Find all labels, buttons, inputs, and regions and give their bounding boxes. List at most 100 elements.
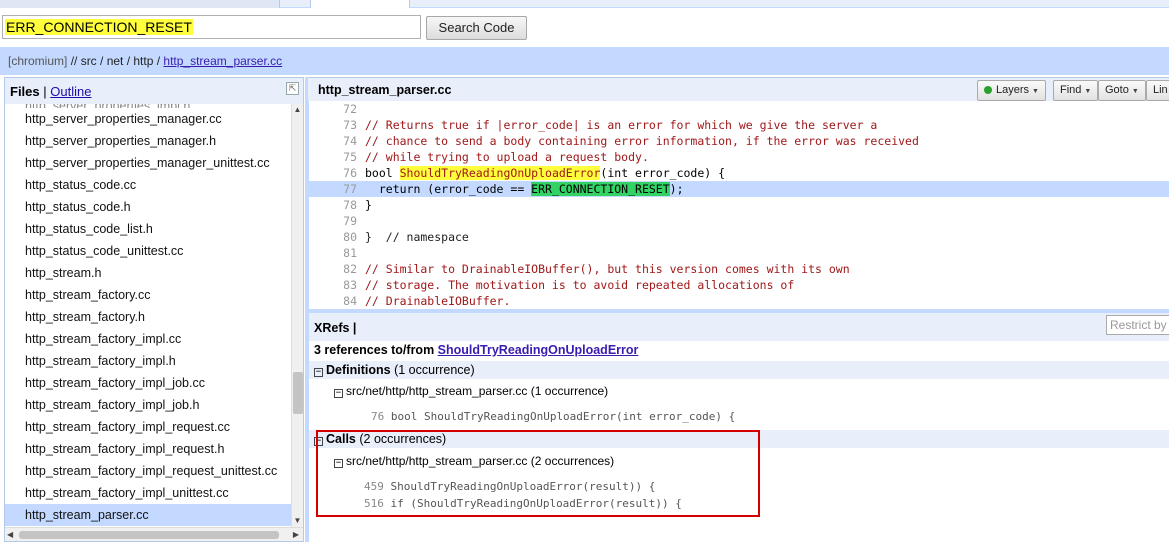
line-number[interactable]: 77: [309, 181, 365, 197]
search-query: ERR_CONNECTION_RESET: [5, 19, 193, 35]
file-list-item[interactable]: http_stream_factory_impl_unittest.cc: [5, 482, 291, 504]
line-number[interactable]: 73: [309, 117, 365, 133]
scroll-left-icon[interactable]: ◀: [7, 528, 13, 542]
chevron-down-icon: ▼: [1084, 88, 1092, 95]
xrefs-symbol-link[interactable]: ShouldTryReadingOnUploadError: [438, 343, 639, 357]
file-list-item[interactable]: http_stream_factory_impl_job.cc: [5, 372, 291, 394]
search-input[interactable]: ERR_CONNECTION_RESET: [2, 15, 421, 39]
definitions-group[interactable]: − Definitions (1 occurrence): [309, 361, 1169, 379]
line-number[interactable]: 79: [309, 213, 365, 229]
outline-tab[interactable]: Outline: [50, 84, 91, 99]
collapse-panel-icon[interactable]: ⇱: [286, 82, 299, 95]
h-scrollbar-thumb[interactable]: [19, 531, 279, 539]
file-list-item[interactable]: http_status_code.h: [5, 196, 291, 218]
file-list-item[interactable]: http_stream_factory_impl_request.cc: [5, 416, 291, 438]
files-tab[interactable]: Files: [10, 84, 40, 99]
line-number[interactable]: 81: [309, 245, 365, 261]
line-number[interactable]: 83: [309, 277, 365, 293]
find-button[interactable]: Find ▼: [1053, 80, 1099, 101]
file-browser-header: Files | Outline ⇱: [5, 78, 303, 104]
line-number[interactable]: 78: [309, 197, 365, 213]
file-list-item[interactable]: http_server_properties_manager.cc: [5, 108, 291, 130]
definition-line[interactable]: 76 bool ShouldTryReadingOnUploadError(in…: [371, 410, 735, 423]
code-line[interactable]: 83// storage. The motivation is to avoid…: [309, 277, 1169, 293]
breadcrumb-file-link[interactable]: http_stream_parser.cc: [163, 54, 282, 68]
file-list-item[interactable]: http_status_code_list.h: [5, 218, 291, 240]
code-text: );: [669, 182, 684, 196]
code-line[interactable]: 74// chance to send a body containing er…: [309, 133, 1169, 149]
breadcrumb-path: // src / net / http /: [70, 54, 161, 68]
line-number[interactable]: 72: [309, 101, 365, 117]
goto-button[interactable]: Goto ▼: [1098, 80, 1146, 101]
code-text: bool: [365, 166, 400, 180]
xrefs-summary: 3 references to/from ShouldTryReadingOnU…: [314, 343, 639, 357]
code-line[interactable]: 72: [309, 101, 1169, 117]
code-filename: http_stream_parser.cc: [318, 83, 452, 97]
code-text: }: [365, 198, 372, 212]
file-list-item[interactable]: http_stream_factory_impl.h: [5, 350, 291, 372]
tab-separator: |: [43, 84, 47, 99]
code-text: // Similar to DrainableIOBuffer(), but t…: [365, 262, 850, 276]
lines-button[interactable]: Lin: [1146, 80, 1169, 101]
search-match-highlight[interactable]: ERR_CONNECTION_RESET: [531, 182, 670, 196]
file-list-item[interactable]: http_stream_factory.h: [5, 306, 291, 328]
code-text: // Returns true if |error_code| is an er…: [365, 118, 878, 132]
file-list-item[interactable]: http_stream_factory_impl_request_unittes…: [5, 460, 291, 482]
breadcrumb: [chromium] // src / net / http / http_st…: [0, 47, 1169, 75]
code-line[interactable]: 79: [309, 213, 1169, 229]
scroll-up-icon[interactable]: ▲: [292, 104, 303, 116]
search-code-button[interactable]: Search Code: [426, 16, 527, 40]
line-number[interactable]: 76: [309, 165, 365, 181]
scroll-down-icon[interactable]: ▼: [292, 515, 303, 527]
layers-status-icon: [984, 86, 992, 94]
scroll-right-icon[interactable]: ▶: [293, 528, 299, 542]
layers-button[interactable]: Layers ▼: [977, 80, 1046, 101]
file-list-item[interactable]: http_stream_factory_impl_job.h: [5, 394, 291, 416]
code-line[interactable]: 75// while trying to upload a request bo…: [309, 149, 1169, 165]
calls-highlight-box: [316, 430, 760, 517]
code-text: // chance to send a body containing erro…: [365, 134, 919, 148]
scrollbar-thumb[interactable]: [293, 372, 303, 414]
file-list-item[interactable]: http_stream.h: [5, 262, 291, 284]
file-list-vertical-scrollbar[interactable]: ▲ ▼: [291, 104, 303, 527]
xrefs-header: XRefs |: [309, 313, 1169, 341]
code-line[interactable]: 80} // namespace: [309, 229, 1169, 245]
code-search-window: ERR_CONNECTION_RESET Search Code [chromi…: [0, 0, 1169, 542]
function-name-highlight[interactable]: ShouldTryReadingOnUploadError: [399, 166, 601, 180]
definitions-file[interactable]: − src/net/http/http_stream_parser.cc (1 o…: [334, 384, 608, 398]
restrict-by-input[interactable]: Restrict by: [1106, 315, 1169, 335]
code-line[interactable]: 76 bool ShouldTryReadingOnUploadError(int…: [309, 165, 1169, 181]
file-list-item[interactable]: http_status_code.cc: [5, 174, 291, 196]
tab-strip: [0, 0, 1169, 8]
file-list-item[interactable]: http_stream_parser.cc: [5, 504, 291, 526]
file-list-item[interactable]: http_stream_factory_impl.cc: [5, 328, 291, 350]
code-text: // while trying to upload a request body…: [365, 150, 649, 164]
file-list: http_server_properties_impl.hhttp_server…: [5, 104, 291, 527]
code-text: // storage. The motivation is to avoid r…: [365, 278, 795, 292]
code-line[interactable]: 84// DrainableIOBuffer.: [309, 293, 1169, 309]
code-line[interactable]: 82// Similar to DrainableIOBuffer(), but…: [309, 261, 1169, 277]
line-number[interactable]: 75: [309, 149, 365, 165]
collapse-minus-icon[interactable]: −: [314, 368, 323, 377]
code-line[interactable]: 77 return (error_code == ERR_CONNECTION_…: [309, 181, 1169, 197]
code-line[interactable]: 73// Returns true if |error_code| is an …: [309, 117, 1169, 133]
tab-left[interactable]: [0, 0, 280, 8]
tab-active[interactable]: [310, 0, 410, 8]
line-number[interactable]: 84: [309, 293, 365, 309]
file-list-horizontal-scrollbar[interactable]: ◀ ▶: [5, 527, 303, 541]
file-list-item[interactable]: http_stream_factory_impl_request.h: [5, 438, 291, 460]
line-number[interactable]: 82: [309, 261, 365, 277]
collapse-minus-icon[interactable]: −: [334, 389, 343, 398]
file-list-item[interactable]: http_status_code_unittest.cc: [5, 240, 291, 262]
code-line[interactable]: 78}: [309, 197, 1169, 213]
file-list-item[interactable]: http_server_properties_manager_unittest.…: [5, 152, 291, 174]
line-number[interactable]: 80: [309, 229, 365, 245]
file-browser-panel: Files | Outline ⇱ http_server_properties…: [4, 77, 304, 542]
file-list-item[interactable]: http_stream_factory.cc: [5, 284, 291, 306]
code-text: (int error_code) {: [600, 166, 726, 180]
code-header: http_stream_parser.cc Layers ▼ Find ▼ Goto…: [308, 77, 1169, 101]
file-list-item[interactable]: http_server_properties_manager.h: [5, 130, 291, 152]
breadcrumb-repo[interactable]: [chromium]: [8, 54, 67, 68]
line-number[interactable]: 74: [309, 133, 365, 149]
code-line[interactable]: 81: [309, 245, 1169, 261]
